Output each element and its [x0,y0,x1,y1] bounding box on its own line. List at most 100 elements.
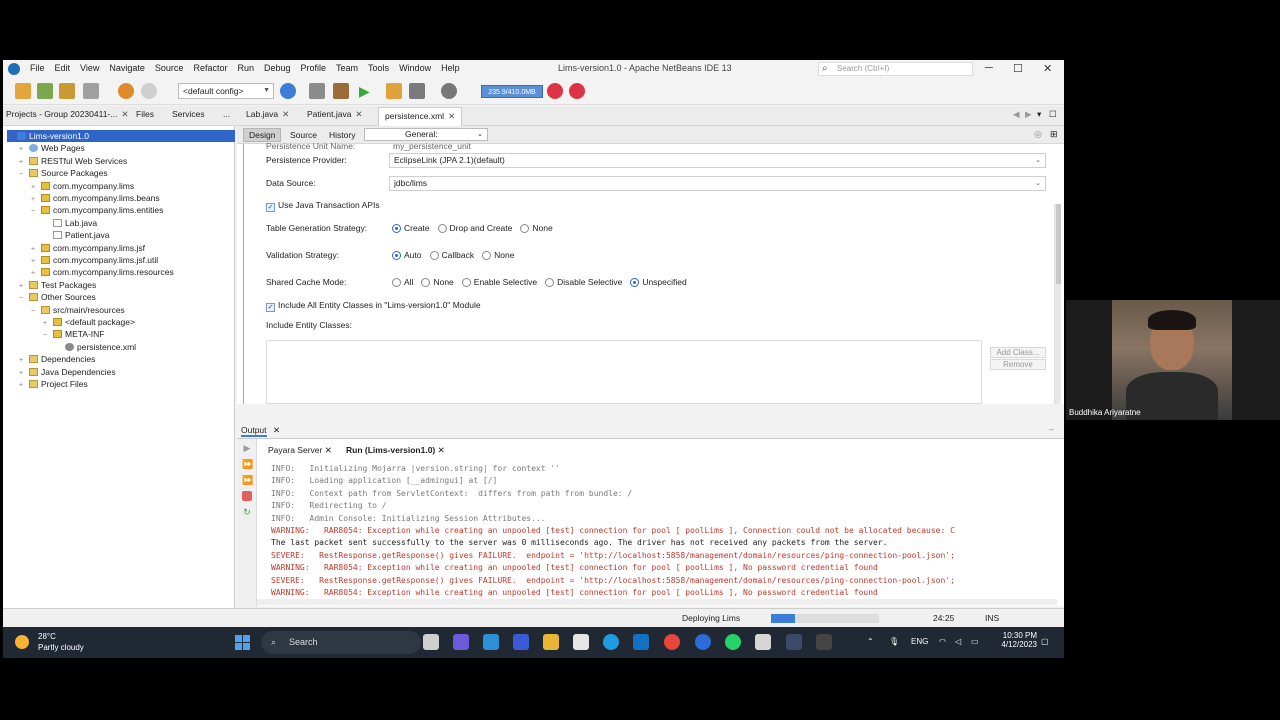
run-icon[interactable]: ▶ [359,83,375,99]
datasource-select[interactable]: jdbc/lims ⌄ [389,176,1046,191]
taskbar-search[interactable]: ⌕ Search [261,631,421,654]
whatsapp-icon[interactable] [725,634,741,650]
store-icon[interactable] [573,634,589,650]
close-icon[interactable]: ✕ [273,425,280,436]
volume-icon[interactable]: ◁ [955,637,961,646]
tree-item[interactable]: + Java Dependencies [19,366,116,378]
tree-item[interactable]: + Test Packages [19,279,96,291]
maximize-icon[interactable]: ☐ [1013,62,1023,75]
close-icon[interactable]: ✕ [1043,62,1052,75]
tree-item[interactable]: − com.mycompany.lims.entities [31,204,163,216]
source-tab[interactable]: Source [285,129,322,141]
menu-source[interactable]: Source [150,63,189,73]
vscode-icon[interactable] [786,634,802,650]
jta-checkbox[interactable]: ✓ Use Java Transaction APIs [266,200,380,212]
radio-create[interactable]: Create [392,223,430,233]
tree-item[interactable]: + Project Files [19,378,88,390]
editor-tab-patient[interactable]: Patient.java ✕ [307,109,363,120]
tree-item[interactable]: − META-INF [43,328,105,340]
tree-item[interactable]: − src/main/resources [31,304,125,316]
design-tab[interactable]: Design [243,128,282,142]
memory-indicator[interactable]: 235.9/410.0MB [481,85,543,98]
tree-item[interactable]: + Web Pages [19,142,85,154]
wifi-icon[interactable]: ◠ [939,637,946,646]
radio-none[interactable]: None [421,277,454,287]
tree-item[interactable]: + com.mycompany.lims.jsf.util [31,254,158,266]
tree-item[interactable]: + RESTful Web Services [19,155,127,167]
tree-item[interactable]: persistence.xml [55,341,136,353]
tree-item[interactable]: + Dependencies [19,353,95,365]
tab-run-lims[interactable]: Run (Lims-version1.0) ✕ [346,445,445,456]
radio-none[interactable]: None [482,250,514,260]
tab-payara-server[interactable]: Payara Server ✕ [268,445,332,456]
profile-project-icon[interactable] [441,83,457,99]
tree-item[interactable]: Patient.java [43,229,109,241]
tree-item[interactable]: − Source Packages [19,167,108,179]
menu-edit[interactable]: Edit [50,63,76,73]
collapse-icon[interactable]: − [43,330,53,342]
new-file-icon[interactable] [15,83,31,99]
section-select[interactable]: General: ⌄ [364,128,488,141]
editor-tab-lab[interactable]: Lab.java ✕ [246,109,289,120]
tray-chevron-icon[interactable]: ⌃ [867,637,874,646]
tab-scroll-left-icon[interactable]: ◀ [1013,109,1020,120]
menu-view[interactable]: View [75,63,104,73]
stop-icon[interactable] [242,491,252,501]
edge-icon[interactable] [603,634,619,650]
radio-callback[interactable]: Callback [429,250,474,260]
task-view-icon[interactable] [423,634,439,650]
minimize-panel-icon[interactable]: – [1049,424,1054,434]
tree-item[interactable]: + <default package> [43,316,135,328]
output-title[interactable]: Output [241,425,267,437]
radio-auto[interactable]: Auto [392,250,422,260]
menu-run[interactable]: Run [232,63,259,73]
output-hscrollbar[interactable] [257,599,1057,605]
rerun-changed-icon[interactable]: ⏩ [242,459,253,469]
tree-item[interactable]: − Other Sources [19,291,96,303]
collapse-icon[interactable]: − [19,169,29,181]
config-select[interactable]: <default config> ▼ [178,83,274,99]
mail-icon[interactable] [483,634,499,650]
terminal-icon[interactable] [816,634,832,650]
outlook-icon[interactable] [633,634,649,650]
collapse-icon[interactable]: − [31,206,41,218]
expand-icon[interactable]: + [19,380,29,392]
tab-scroll-right-icon[interactable]: ▶ [1025,109,1032,120]
menu-profile[interactable]: Profile [296,63,332,73]
remove-button[interactable]: Remove [990,359,1046,370]
battery-icon[interactable]: ▭ [971,637,979,646]
provider-select[interactable]: EclipseLink (JPA 2.1)(default) ⌄ [389,153,1046,168]
system-clock[interactable]: 10:30 PM 4/12/2023 [995,631,1037,649]
preview-icon[interactable]: ◎ [1034,129,1042,140]
output-log[interactable]: INFO: Initializing Mojarra |version.stri… [271,463,1056,603]
debug-icon[interactable] [386,83,402,99]
tab-projects[interactable]: Projects - Group 20230411-... ✕ [6,109,128,120]
minimize-icon[interactable]: ─ [985,62,993,74]
include-all-checkbox[interactable]: ✓ Include All Entity Classes in "Lims-ver… [266,300,481,312]
ide-search-input[interactable]: ⌕ Search (Ctrl+I) [818,62,973,76]
radio-enable-selective[interactable]: Enable Selective [461,277,537,287]
rerun-icon[interactable]: ▶ [242,443,252,453]
menu-team[interactable]: Team [331,63,363,73]
teams-icon[interactable] [453,634,469,650]
vs-icon[interactable] [513,634,529,650]
menu-navigate[interactable]: Navigate [104,63,150,73]
radio-none[interactable]: None [520,223,553,233]
close-icon[interactable]: ✕ [448,111,455,121]
close-icon[interactable]: ✕ [121,109,128,119]
save-all-icon[interactable] [83,83,99,99]
undo-icon[interactable] [118,83,134,99]
close-icon[interactable]: ✕ [325,445,332,455]
run-again-icon[interactable]: ⏩ [242,475,253,485]
profile-icon[interactable] [409,83,425,99]
editor-tab-persistence[interactable]: persistence.xml ✕ [378,107,463,126]
open-project-icon[interactable] [59,83,75,99]
collapse-icon[interactable]: − [7,132,17,144]
new-project-icon[interactable] [37,83,53,99]
unit-name-value[interactable]: my_persistence_unit [393,141,471,151]
collapse-icon[interactable]: − [31,306,41,318]
menu-window[interactable]: Window [394,63,436,73]
split-icon[interactable]: ⊞ [1050,129,1058,140]
language-indicator[interactable]: ENG [911,637,928,646]
tab-files[interactable]: Files [136,109,154,119]
